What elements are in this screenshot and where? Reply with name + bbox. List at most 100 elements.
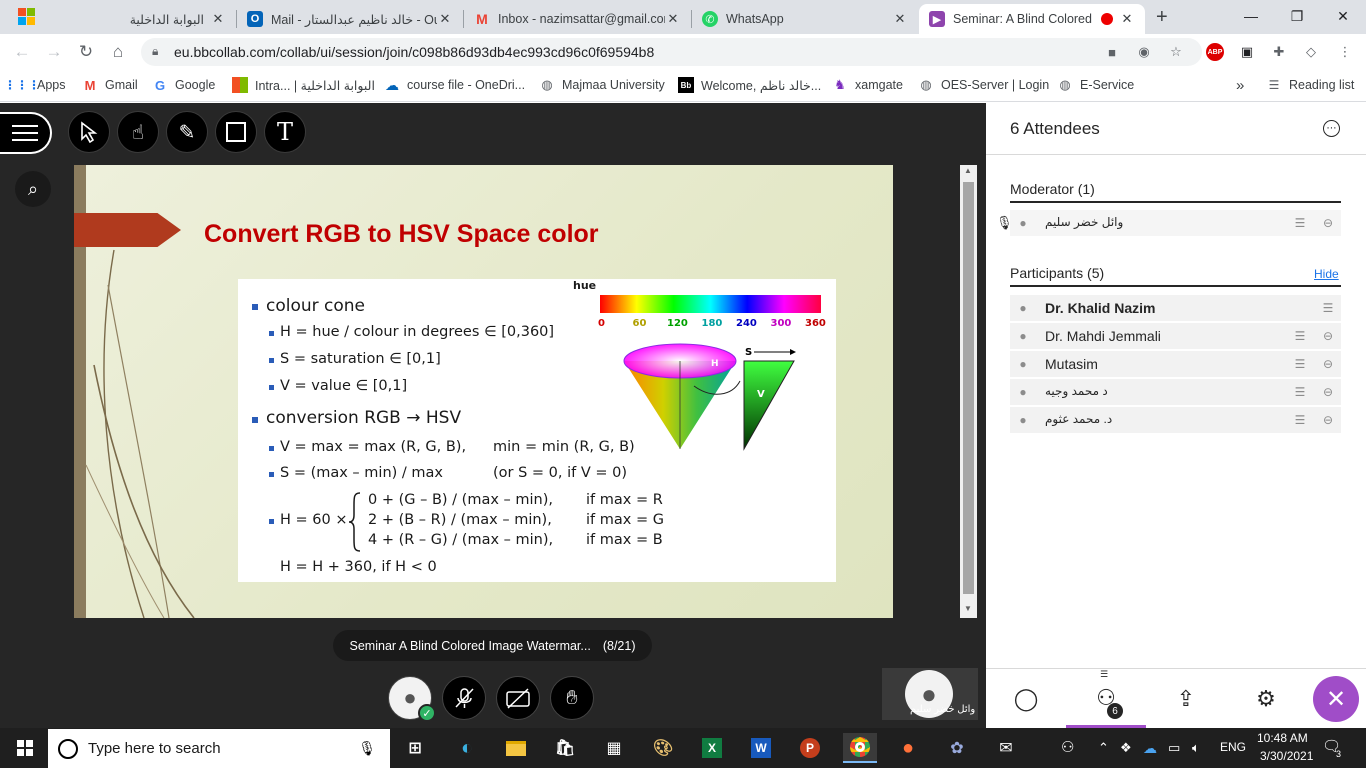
forward-button[interactable]: → xyxy=(42,40,66,64)
more-bookmarks-button[interactable]: » xyxy=(1236,76,1244,94)
clock-date[interactable]: 3/30/2021 xyxy=(1260,749,1313,763)
list-icon[interactable]: ☰ xyxy=(1293,329,1307,343)
attendees-button[interactable]: ⚇ 6 xyxy=(1066,670,1146,728)
firefox-app[interactable]: ● xyxy=(893,733,923,763)
more-vert-icon[interactable]: ⋮ xyxy=(1336,43,1354,61)
text-tool-button[interactable]: T xyxy=(264,111,306,153)
attendee-row[interactable]: ● Mutasim ☰ ⊖ xyxy=(1010,351,1341,377)
hide-link[interactable]: Hide xyxy=(1314,267,1339,281)
paint3d-app[interactable]: ✿ xyxy=(942,733,972,763)
select-tool-button[interactable] xyxy=(68,111,110,153)
list-icon[interactable]: ☰ xyxy=(1293,357,1307,371)
new-tab-button[interactable]: + xyxy=(1156,6,1168,29)
scrollbar-thumb[interactable] xyxy=(963,182,974,594)
diamond-icon[interactable]: ◇ xyxy=(1302,43,1320,61)
bookmark-onedrive[interactable]: ☁ course file - OneDri... xyxy=(384,76,525,94)
language-indicator[interactable]: ENG xyxy=(1220,740,1246,754)
paint-app[interactable]: 🎨︎ xyxy=(648,733,678,763)
calculator-app[interactable]: ▦ xyxy=(599,733,629,763)
chat-button[interactable]: ◯ xyxy=(986,670,1066,728)
list-icon[interactable]: ☰ xyxy=(1293,385,1307,399)
list-icon[interactable]: ☰ xyxy=(1293,216,1307,230)
settings-button[interactable]: ⚙ xyxy=(1226,670,1306,728)
microphone-icon[interactable]: 🎙︎ xyxy=(358,740,376,757)
taskbar-search[interactable]: Type here to search 🎙︎ xyxy=(48,729,390,768)
bookmark-eservice[interactable]: ◍ E-Service xyxy=(1057,76,1134,94)
eye-icon[interactable]: ◉ xyxy=(1135,43,1153,61)
my-status-button[interactable]: ● ✓ xyxy=(388,676,436,722)
bookmark-google[interactable]: G Google xyxy=(152,76,215,94)
session-menu-button[interactable] xyxy=(0,112,52,154)
back-button[interactable]: ← xyxy=(10,40,34,64)
tab-gmail[interactable]: M Inbox - nazimsattar@gmail.com ✕ xyxy=(464,4,691,34)
network-icon[interactable]: ▭ xyxy=(1168,740,1180,756)
onedrive-tray-icon[interactable]: ☁ xyxy=(1143,740,1157,757)
tab-whatsapp[interactable]: ✆ WhatsApp ✕ xyxy=(692,4,918,34)
word-app[interactable]: W xyxy=(746,733,776,763)
bookmark-intranet[interactable]: Intra... | البوابة الداخلية xyxy=(232,76,375,94)
list-icon[interactable]: ☰ xyxy=(1293,413,1307,427)
attendee-row[interactable]: ● د محمد وجيه ☰ ⊖ xyxy=(1010,379,1341,405)
close-window-button[interactable]: ✕ xyxy=(1320,0,1366,32)
shape-tool-button[interactable] xyxy=(215,111,257,153)
extension-icon[interactable]: ▣ xyxy=(1238,43,1256,61)
adblock-icon[interactable]: ABP xyxy=(1206,43,1224,61)
tab-outlook[interactable]: O Mail - خالد ناظيم عبدالستار - Ou ✕ xyxy=(237,4,463,34)
scroll-up-icon[interactable]: ▲ xyxy=(964,166,972,175)
raise-hand-button[interactable]: ✋︎ xyxy=(550,676,594,720)
clock-time[interactable]: 10:48 AM xyxy=(1257,731,1308,745)
close-icon[interactable]: ✕ xyxy=(892,11,908,27)
chrome-app[interactable] xyxy=(843,733,877,763)
powerpoint-app[interactable]: P xyxy=(795,733,825,763)
close-icon[interactable]: ✕ xyxy=(665,11,681,27)
bookmark-xamgate[interactable]: ♞ xamgate xyxy=(832,76,903,94)
restore-button[interactable]: ❐ xyxy=(1274,0,1320,32)
tab-seminar[interactable]: ▶ Seminar: A Blind Colored I ✕ xyxy=(919,4,1145,34)
attendee-row[interactable]: ● وائل خضر سليم ☰ ⊖ xyxy=(1010,210,1341,236)
store-app[interactable]: 🛍︎ xyxy=(550,733,580,763)
zoom-tool-button[interactable]: ⌕ xyxy=(15,171,51,207)
microphone-button[interactable] xyxy=(442,676,486,720)
close-icon[interactable]: ✕ xyxy=(210,11,226,27)
options-icon[interactable]: ⊖ xyxy=(1321,385,1335,399)
share-content-button[interactable]: ⇪ xyxy=(1146,670,1226,728)
file-explorer-app[interactable] xyxy=(501,733,531,763)
bookmark-blackboard[interactable]: Bb Welcome, خالد ناظم... xyxy=(678,76,821,94)
attendee-row[interactable]: ● د. محمد عثوم ☰ ⊖ xyxy=(1010,407,1341,433)
windows-app-icon[interactable] xyxy=(18,8,36,26)
scroll-down-icon[interactable]: ▼ xyxy=(964,604,972,613)
options-icon[interactable]: ⊖ xyxy=(1321,216,1335,230)
url-text[interactable]: eu.bbcollab.com/collab/ui/session/join/c… xyxy=(174,44,654,60)
home-button[interactable]: ⌂ xyxy=(106,40,130,64)
reading-list-button[interactable]: ☰ Reading list xyxy=(1266,76,1355,94)
close-icon[interactable]: ✕ xyxy=(437,11,453,27)
edge-app[interactable]: ◐ xyxy=(452,733,482,763)
reload-button[interactable]: ↻ xyxy=(74,40,98,64)
puzzle-icon[interactable]: ✚ xyxy=(1270,43,1288,61)
bookmark-oes[interactable]: ◍ OES-Server | Login xyxy=(918,76,1049,94)
close-panel-button[interactable]: ✕ xyxy=(1313,676,1359,722)
bookmark-apps[interactable]: ⋮⋮⋮ Apps xyxy=(4,76,66,94)
bookmark-majmaa[interactable]: ◍ Majmaa University xyxy=(539,76,664,94)
pan-tool-button[interactable]: ☝ xyxy=(117,111,159,153)
volume-icon[interactable]: 🔈︎ xyxy=(1192,740,1200,756)
minimize-button[interactable]: — xyxy=(1228,0,1274,32)
task-view-button[interactable]: ⊞ xyxy=(400,733,430,763)
excel-app[interactable]: X xyxy=(697,733,727,763)
mail-app[interactable]: ✉ xyxy=(991,733,1021,763)
options-icon[interactable]: ⊖ xyxy=(1321,357,1335,371)
lock-icon[interactable]: 🔒︎ xyxy=(152,44,158,59)
more-options-icon[interactable]: ⋯ xyxy=(1323,120,1340,137)
options-icon[interactable]: ⊖ xyxy=(1321,329,1335,343)
pen-tool-button[interactable]: ✎ xyxy=(166,111,208,153)
star-icon[interactable]: ☆ xyxy=(1167,43,1185,61)
close-icon[interactable]: ✕ xyxy=(1119,11,1135,27)
camera-button[interactable] xyxy=(496,676,540,720)
options-icon[interactable]: ⊖ xyxy=(1321,413,1335,427)
camera-icon[interactable]: ■ xyxy=(1103,43,1121,61)
show-hidden-icons[interactable]: ⌃ xyxy=(1098,740,1109,756)
attendee-row[interactable]: ● Dr. Mahdi Jemmali ☰ ⊖ xyxy=(1010,323,1341,349)
list-icon[interactable]: ☰ xyxy=(1321,301,1335,315)
tab-intranet[interactable]: البوابة الداخلية ✕ xyxy=(40,4,236,34)
attendee-row[interactable]: ● Dr. Khalid Nazim ☰ xyxy=(1010,295,1341,321)
